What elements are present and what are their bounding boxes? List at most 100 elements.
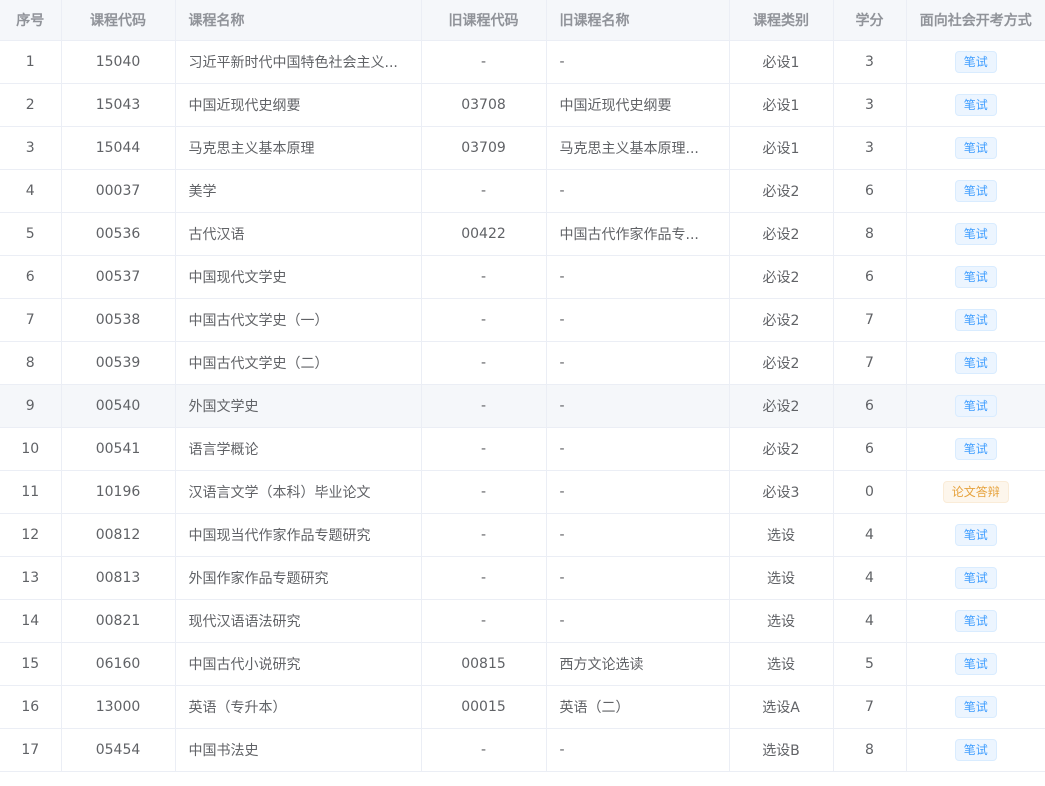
table-row[interactable]: 8 00539 中国古代文学史（二） - - 必设2 7 笔试 (0, 341, 1045, 385)
exam-method-tag: 论文答辩 (942, 481, 1009, 503)
table-row[interactable]: 3 15044 马克思主义基本原理 03709 马克思主义基本原理... 必设1 3 笔试 (0, 126, 1045, 170)
cell-old-code: - (421, 40, 547, 84)
col-header-index: 序号 (0, 0, 62, 41)
cell-old-code: - (421, 255, 547, 299)
exam-method-tag: 笔试 (954, 266, 997, 288)
cell-category: 选设B (729, 728, 834, 772)
exam-method-tag: 笔试 (954, 51, 997, 73)
cell-exam-method: 笔试 (906, 341, 1045, 385)
table-row[interactable]: 14 00821 现代汉语语法研究 - - 选设 4 笔试 (0, 599, 1045, 643)
cell-index: 14 (0, 599, 62, 643)
cell-index: 8 (0, 341, 62, 385)
cell-course-name: 习近平新时代中国特色社会主义... (175, 40, 422, 84)
exam-method-tag: 笔试 (954, 696, 997, 718)
cell-exam-method: 笔试 (906, 384, 1045, 428)
cell-category: 必设2 (729, 212, 834, 256)
cell-credits: 8 (833, 728, 907, 772)
cell-category: 选设 (729, 513, 834, 557)
cell-index: 6 (0, 255, 62, 299)
cell-credits: 7 (833, 685, 907, 729)
table-row[interactable]: 7 00538 中国古代文学史（一） - - 必设2 7 笔试 (0, 298, 1045, 342)
course-table-container: 序号 课程代码 课程名称 旧课程代码 旧课程名称 课程类别 学分 面向社会开考方式 1 1504… (0, 0, 1045, 786)
cell-exam-method: 笔试 (906, 642, 1045, 686)
cell-exam-method: 笔试 (906, 513, 1045, 557)
cell-exam-method: 笔试 (906, 255, 1045, 299)
cell-old-name: - (546, 298, 730, 342)
cell-old-code: - (421, 728, 547, 772)
cell-course-code: 00821 (61, 599, 176, 643)
col-header-old-code: 旧课程代码 (421, 0, 547, 41)
cell-index: 4 (0, 169, 62, 213)
table-header: 序号 课程代码 课程名称 旧课程代码 旧课程名称 课程类别 学分 面向社会开考方式 (0, 0, 1045, 41)
cell-exam-method: 笔试 (906, 40, 1045, 84)
table-row[interactable]: 1 15040 习近平新时代中国特色社会主义... - - 必设1 3 笔试 (0, 40, 1045, 84)
exam-method-tag: 笔试 (954, 610, 997, 632)
cell-exam-method: 笔试 (906, 83, 1045, 127)
cell-course-code: 00812 (61, 513, 176, 557)
cell-index: 16 (0, 685, 62, 729)
course-table: 序号 课程代码 课程名称 旧课程代码 旧课程名称 课程类别 学分 面向社会开考方式 1 1504… (0, 0, 1045, 772)
cell-course-name: 中国古代小说研究 (175, 642, 422, 686)
cell-old-code: 03709 (421, 126, 547, 170)
exam-method-tag: 笔试 (954, 567, 997, 589)
cell-course-code: 00037 (61, 169, 176, 213)
cell-credits: 4 (833, 599, 907, 643)
cell-old-name: - (546, 599, 730, 643)
cell-course-name: 古代汉语 (175, 212, 422, 256)
cell-index: 7 (0, 298, 62, 342)
table-row[interactable]: 16 13000 英语（专升本） 00015 英语（二） 选设A 7 笔试 (0, 685, 1045, 729)
col-header-category: 课程类别 (729, 0, 834, 41)
cell-old-code: - (421, 427, 547, 471)
cell-course-name: 中国现代文学史 (175, 255, 422, 299)
exam-method-tag: 笔试 (954, 352, 997, 374)
cell-credits: 8 (833, 212, 907, 256)
cell-category: 必设3 (729, 470, 834, 514)
cell-old-name: - (546, 470, 730, 514)
cell-index: 1 (0, 40, 62, 84)
cell-course-name: 美学 (175, 169, 422, 213)
cell-old-code: 00015 (421, 685, 547, 729)
cell-old-name: 马克思主义基本原理... (546, 126, 730, 170)
cell-old-code: - (421, 470, 547, 514)
exam-method-tag: 笔试 (954, 653, 997, 675)
col-header-old-name: 旧课程名称 (546, 0, 730, 41)
cell-index: 9 (0, 384, 62, 428)
cell-category: 选设A (729, 685, 834, 729)
cell-course-name: 中国现当代作家作品专题研究 (175, 513, 422, 557)
cell-course-name: 外国作家作品专题研究 (175, 556, 422, 600)
exam-method-tag: 笔试 (954, 524, 997, 546)
cell-course-code: 00541 (61, 427, 176, 471)
cell-credits: 6 (833, 169, 907, 213)
cell-exam-method: 笔试 (906, 212, 1045, 256)
table-row[interactable]: 10 00541 语言学概论 - - 必设2 6 笔试 (0, 427, 1045, 471)
cell-course-code: 06160 (61, 642, 176, 686)
table-row[interactable]: 12 00812 中国现当代作家作品专题研究 - - 选设 4 笔试 (0, 513, 1045, 557)
cell-old-code: 03708 (421, 83, 547, 127)
cell-index: 2 (0, 83, 62, 127)
cell-exam-method: 笔试 (906, 728, 1045, 772)
cell-course-name: 中国书法史 (175, 728, 422, 772)
table-row[interactable]: 17 05454 中国书法史 - - 选设B 8 笔试 (0, 728, 1045, 772)
table-row[interactable]: 9 00540 外国文学史 - - 必设2 6 笔试 (0, 384, 1045, 428)
table-row[interactable]: 15 06160 中国古代小说研究 00815 西方文论选读 选设 5 笔试 (0, 642, 1045, 686)
table-row[interactable]: 13 00813 外国作家作品专题研究 - - 选设 4 笔试 (0, 556, 1045, 600)
cell-credits: 6 (833, 255, 907, 299)
cell-credits: 6 (833, 427, 907, 471)
cell-credits: 7 (833, 298, 907, 342)
table-row[interactable]: 5 00536 古代汉语 00422 中国古代作家作品专... 必设2 8 笔试 (0, 212, 1045, 256)
cell-index: 10 (0, 427, 62, 471)
table-row[interactable]: 6 00537 中国现代文学史 - - 必设2 6 笔试 (0, 255, 1045, 299)
cell-credits: 7 (833, 341, 907, 385)
cell-old-name: 西方文论选读 (546, 642, 730, 686)
table-row[interactable]: 11 10196 汉语言文学（本科）毕业论文 - - 必设3 0 论文答辩 (0, 470, 1045, 514)
cell-exam-method: 笔试 (906, 599, 1045, 643)
cell-exam-method: 论文答辩 (906, 470, 1045, 514)
cell-credits: 4 (833, 513, 907, 557)
table-row[interactable]: 2 15043 中国近现代史纲要 03708 中国近现代史纲要 必设1 3 笔试 (0, 83, 1045, 127)
cell-category: 必设1 (729, 40, 834, 84)
cell-course-code: 00536 (61, 212, 176, 256)
cell-old-code: 00422 (421, 212, 547, 256)
col-header-exam-method: 面向社会开考方式 (906, 0, 1045, 41)
table-row[interactable]: 4 00037 美学 - - 必设2 6 笔试 (0, 169, 1045, 213)
cell-category: 必设1 (729, 126, 834, 170)
